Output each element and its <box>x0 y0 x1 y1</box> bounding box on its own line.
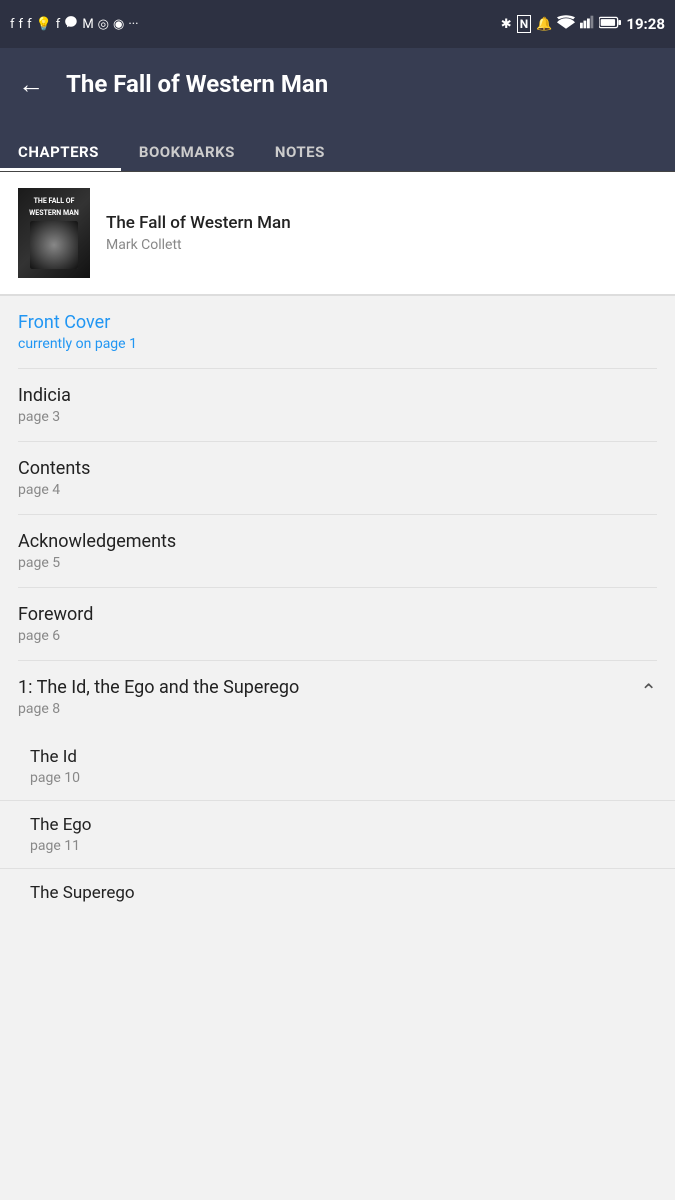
tab-bookmarks[interactable]: BOOKMARKS <box>121 131 257 171</box>
status-icon-circle2: ◉ <box>113 17 124 32</box>
nfc-icon: N <box>517 15 531 33</box>
sub-chapter-page-the-ego: page 11 <box>30 838 675 854</box>
book-cover: THE FALL OF WESTERN MAN <box>18 188 90 278</box>
status-icon-fb4: f <box>56 17 61 32</box>
sub-chapter-list: The Id page 10 The Ego page 11 The Super… <box>0 733 675 920</box>
status-icons: f f f 💡 f M ◎ ◉ ··· <box>10 15 139 33</box>
status-icon-fb3: f <box>27 17 32 32</box>
status-icon-fb1: f <box>10 17 15 32</box>
sub-chapter-name-the-ego: The Ego <box>30 815 675 835</box>
chapter-front-cover[interactable]: Front Cover currently on page 1 <box>18 296 657 369</box>
cover-title-line2: WESTERN MAN <box>29 209 79 217</box>
back-button[interactable]: ← <box>18 69 44 100</box>
chapter-page-1: page 8 <box>18 701 299 717</box>
battery-icon <box>599 16 621 33</box>
chapter-name-1: 1: The Id, the Ego and the Superego <box>18 677 299 698</box>
tab-notes[interactable]: NOTES <box>257 131 347 171</box>
status-bar: f f f 💡 f M ◎ ◉ ··· ✱ N 🔔 <box>0 0 675 48</box>
status-icon-circle1: ◎ <box>98 17 109 32</box>
chapter-list: Front Cover currently on page 1 Indicia … <box>0 296 675 733</box>
status-icon-gmail: M <box>82 17 93 32</box>
chapter-page-acknowledgements: page 5 <box>18 555 657 571</box>
chapter-page-contents: page 4 <box>18 482 657 498</box>
sub-chapter-the-id[interactable]: The Id page 10 <box>0 733 675 801</box>
book-meta: The Fall of Western Man Mark Collett <box>106 213 291 253</box>
app-bar: ← The Fall of Western Man <box>0 48 675 120</box>
chapter-indicia[interactable]: Indicia page 3 <box>18 369 657 442</box>
chapter-acknowledgements[interactable]: Acknowledgements page 5 <box>18 515 657 588</box>
chapter-contents[interactable]: Contents page 4 <box>18 442 657 515</box>
chapter-name-front-cover: Front Cover <box>18 312 657 333</box>
sub-chapter-name-the-id: The Id <box>30 747 675 767</box>
chapter-page-front-cover: currently on page 1 <box>18 336 657 352</box>
chapter-1[interactable]: 1: The Id, the Ego and the Superego page… <box>18 661 657 733</box>
wifi-icon <box>557 15 575 33</box>
status-icon-fb2: f <box>19 17 24 32</box>
chapter-name-contents: Contents <box>18 458 657 479</box>
sub-chapter-the-superego[interactable]: The Superego <box>0 869 675 920</box>
book-info: THE FALL OF WESTERN MAN The Fall of West… <box>0 172 675 295</box>
sub-chapter-the-ego[interactable]: The Ego page 11 <box>0 801 675 869</box>
tab-chapters[interactable]: CHAPTERS <box>0 131 121 171</box>
chapter-name-acknowledgements: Acknowledgements <box>18 531 657 552</box>
bell-icon: 🔔 <box>536 17 552 32</box>
chapter-page-foreword: page 6 <box>18 628 657 644</box>
book-title: The Fall of Western Man <box>106 213 291 233</box>
cover-title-line1: THE FALL OF <box>34 197 75 205</box>
status-time: 19:28 <box>626 15 665 33</box>
sub-chapter-page-the-id: page 10 <box>30 770 675 786</box>
bluetooth-icon: ✱ <box>501 17 512 32</box>
app-bar-title: The Fall of Western Man <box>66 70 328 98</box>
signal-icon <box>580 15 594 33</box>
book-author: Mark Collett <box>106 237 291 253</box>
status-icon-bulb: 💡 <box>36 17 52 32</box>
chapter-name-foreword: Foreword <box>18 604 657 625</box>
chapter-name-indicia: Indicia <box>18 385 657 406</box>
status-right: ✱ N 🔔 19:28 <box>501 15 665 33</box>
status-icon-messenger <box>64 15 78 33</box>
tab-bar: CHAPTERS BOOKMARKS NOTES <box>0 120 675 172</box>
status-icon-more: ··· <box>128 17 138 32</box>
chapter-page-indicia: page 3 <box>18 409 657 425</box>
cover-face-image <box>30 221 78 269</box>
chapter-expand-icon[interactable]: ⌃ <box>640 679 657 703</box>
sub-chapter-name-the-superego: The Superego <box>30 883 675 903</box>
chapter-foreword[interactable]: Foreword page 6 <box>18 588 657 661</box>
